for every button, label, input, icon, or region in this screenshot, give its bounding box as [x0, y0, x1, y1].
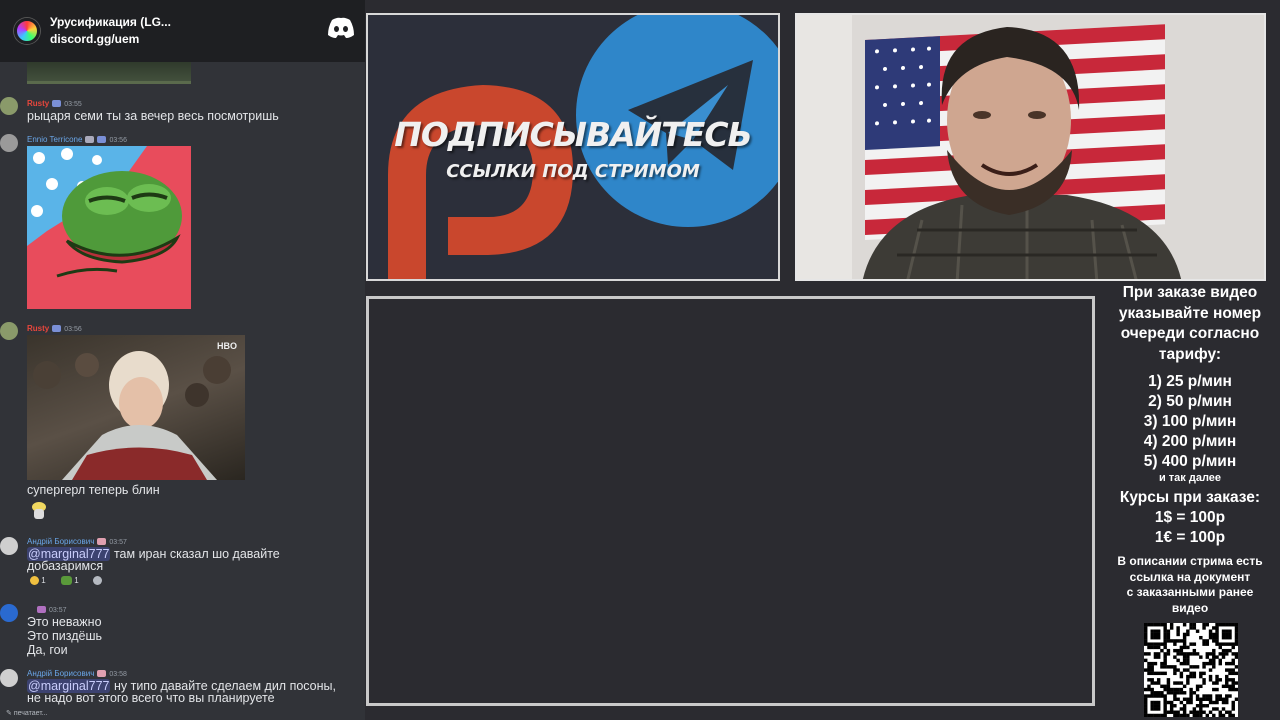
role-badge-icon [52, 100, 62, 108]
banner-title: ПОДПИСЫВАЙТЕСЬ [394, 115, 752, 154]
info-heading-line: очереди согласно [1120, 325, 1260, 342]
message-header: Андрій Борисович 03:58 [27, 669, 127, 678]
avatar[interactable] [0, 604, 18, 622]
message-header: 03:57 [37, 605, 67, 614]
emoji-icon [30, 576, 39, 586]
message-text: рыцаря семи ты за вечер весь посмотришь [27, 109, 279, 123]
timestamp: 03:57 [49, 607, 67, 614]
message-text: Это пиздёшь [27, 629, 102, 643]
timestamp: 03:56 [64, 326, 82, 333]
subscribe-banner: ПОДПИСЫВАЙТЕСЬ ССЫЛКИ ПОД СТРИМОМ [366, 13, 780, 281]
avatar[interactable] [0, 134, 18, 152]
info-note-line: видео [1171, 600, 1209, 615]
timestamp: 03:55 [64, 101, 82, 108]
typing-indicator: ✎ печатает... [6, 710, 48, 717]
tariff-etc: и так далее [1158, 472, 1222, 484]
add-reaction-icon[interactable] [93, 576, 102, 586]
message-header: Ennio Terricone 03:56 [27, 135, 127, 144]
embedded-image[interactable] [27, 62, 191, 84]
role-badge-icon [97, 670, 107, 678]
info-heading-line: При заказе видео [1122, 284, 1258, 301]
tariff-item: 3) 100 р/мин [1143, 413, 1237, 430]
tariff-item: 4) 200 р/мин [1143, 433, 1237, 450]
message-text: Да, гои [27, 643, 68, 657]
info-note-line: с заказанными ранее [1126, 585, 1254, 599]
reaction[interactable]: 1 [61, 576, 79, 586]
sticker-emoji-icon[interactable] [31, 499, 47, 521]
reaction[interactable]: 1 [30, 576, 46, 586]
frog-emoji-icon [61, 576, 72, 586]
avatar[interactable] [0, 669, 18, 687]
banner-subtitle: ССЫЛКИ ПОД СТРИМОМ [446, 161, 700, 182]
pepe-sticker-image[interactable] [27, 146, 191, 309]
tariff-item: 5) 400 р/мин [1143, 453, 1237, 470]
embedded-image[interactable]: HBO [27, 335, 245, 480]
username[interactable]: Rusty [27, 99, 49, 108]
webcam-feed [795, 13, 1266, 281]
discord-widget: Rusty 03:55 рыцаря семи ты за вечер весь … [0, 0, 365, 720]
message-header: Rusty 03:56 [27, 324, 82, 333]
rate-item: 1$ = 100р [1154, 509, 1226, 526]
role-badge-icon [37, 606, 46, 614]
qr-code[interactable] [1144, 623, 1239, 718]
username[interactable]: Андрій Борисович [27, 669, 94, 678]
order-info-panel: При заказе видео указывайте номер очеред… [1100, 283, 1280, 718]
info-note-line: В описании стрима есть [1117, 554, 1263, 568]
avatar[interactable] [0, 537, 18, 555]
video-player-frame [366, 296, 1095, 706]
rate-item: 1€ = 100р [1154, 529, 1226, 546]
hbo-watermark: HBO [217, 341, 237, 351]
invite-link[interactable]: discord.gg/uem [50, 31, 171, 48]
info-heading-line: тарифу: [1158, 345, 1222, 363]
role-badge-icon [52, 325, 62, 333]
rates-title: Курсы при заказе: [1119, 489, 1261, 506]
info-note-line: ссылка на документ [1129, 569, 1251, 584]
username[interactable]: Андрій Борисович [27, 537, 94, 546]
message-text: не надо вот этого всего что вы планирует… [27, 691, 275, 705]
avatar[interactable] [0, 322, 18, 340]
discord-widget-header: Урусификация (LG... discord.gg/uem [0, 0, 365, 62]
server-name[interactable]: Урусификация (LG... [50, 14, 171, 31]
timestamp: 03:58 [109, 671, 127, 678]
tariff-item: 1) 25 р/мин [1148, 373, 1232, 390]
boat-icon [85, 136, 95, 144]
timestamp: 03:56 [109, 137, 127, 144]
timestamp: 03:57 [109, 539, 127, 546]
server-icon[interactable] [14, 18, 40, 44]
role-badge-icon [97, 538, 107, 546]
tariff-item: 2) 50 р/мин [1148, 393, 1232, 410]
avatar[interactable] [0, 97, 18, 115]
username[interactable]: Ennio Terricone [27, 135, 82, 144]
message-header: Rusty 03:55 [27, 99, 82, 108]
message-text: добазаримся [27, 559, 104, 573]
info-heading-line: указывайте номер [1118, 304, 1262, 322]
discord-logo-icon[interactable] [327, 17, 355, 39]
username[interactable]: Rusty [27, 324, 49, 333]
message-text: супергерл теперь блин [27, 483, 160, 497]
role-badge-icon [97, 136, 107, 144]
message-text: Это неважно [27, 615, 102, 629]
message-header: Андрій Борисович 03:57 [27, 537, 127, 546]
